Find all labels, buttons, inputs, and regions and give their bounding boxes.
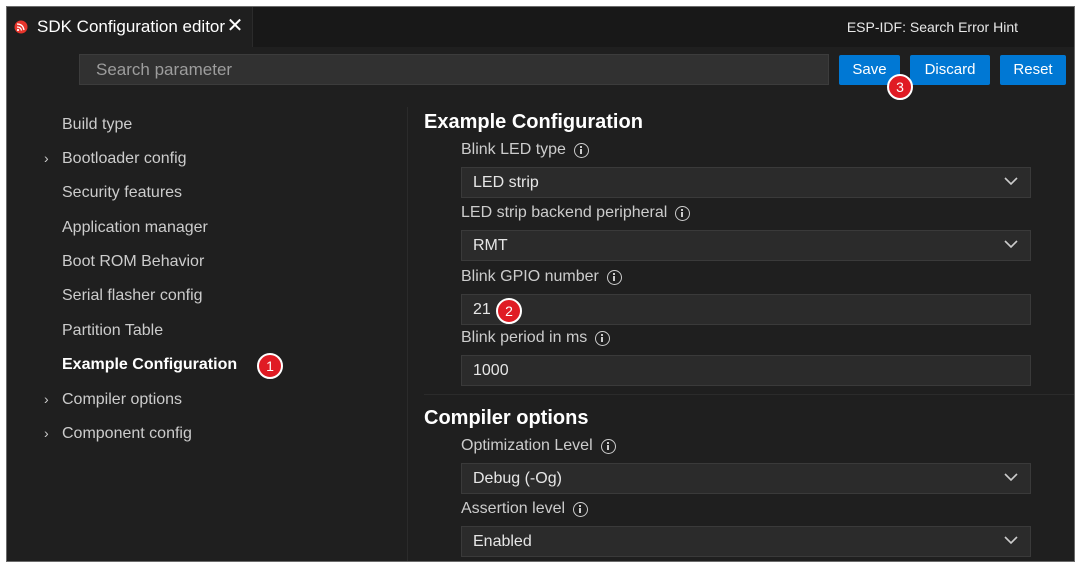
field-label-blink-period: Blink period in ms: [461, 329, 611, 347]
blink-gpio-value: 21: [473, 301, 491, 318]
led-strip-backend-label: LED strip backend peripheral: [461, 204, 668, 221]
tab-bar: SDK Configuration editor ✕ ESP-IDF: Sear…: [7, 7, 1074, 47]
step-badge-3: 3: [887, 74, 913, 100]
chevron-right-icon[interactable]: ›: [44, 425, 49, 441]
field-label-blink-led-type: Blink LED type: [461, 141, 589, 159]
sidebar-item-boot-rom-behavior[interactable]: Boot ROM Behavior: [62, 253, 204, 271]
info-icon[interactable]: [606, 269, 622, 285]
optimization-level-label: Optimization Level: [461, 437, 593, 454]
led-strip-backend-value: RMT: [473, 237, 508, 254]
blink-period-label: Blink period in ms: [461, 329, 588, 346]
info-icon[interactable]: [675, 205, 691, 221]
info-icon[interactable]: [573, 501, 589, 517]
sidebar-item-partition-table[interactable]: Partition Table: [62, 322, 163, 340]
search-error-hint-link[interactable]: ESP-IDF: Search Error Hint: [847, 19, 1018, 35]
optimization-level-value: Debug (-Og): [473, 470, 562, 487]
chevron-down-icon: [1004, 536, 1018, 545]
sidebar-item-build-type[interactable]: Build type: [62, 116, 132, 134]
field-label-blink-gpio: Blink GPIO number: [461, 268, 622, 286]
sidebar-item-compiler-options[interactable]: Compiler options: [62, 391, 182, 409]
blink-period-value: 1000: [473, 362, 509, 379]
chevron-down-icon: [1004, 177, 1018, 186]
assertion-level-value: Enabled: [473, 533, 532, 550]
chevron-right-icon[interactable]: ›: [44, 391, 49, 407]
blink-led-type-label: Blink LED type: [461, 141, 566, 158]
sidebar-item-component-config[interactable]: Component config: [62, 425, 192, 443]
led-strip-backend-select[interactable]: RMT: [461, 230, 1031, 261]
blink-period-input[interactable]: 1000: [461, 355, 1031, 386]
assertion-level-select[interactable]: Enabled: [461, 526, 1031, 557]
blink-gpio-label: Blink GPIO number: [461, 268, 599, 285]
sidebar-item-application-manager[interactable]: Application manager: [62, 219, 208, 237]
info-icon[interactable]: [600, 438, 616, 454]
info-icon[interactable]: [573, 142, 589, 158]
tab-sdk-configuration-editor[interactable]: SDK Configuration editor ✕: [7, 7, 253, 47]
field-label-optimization-level: Optimization Level: [461, 437, 616, 455]
chevron-right-icon[interactable]: ›: [44, 150, 49, 166]
blink-led-type-value: LED strip: [473, 174, 539, 191]
chevron-down-icon: [1004, 473, 1018, 482]
espressif-logo-icon: [14, 20, 28, 34]
field-label-led-strip-backend: LED strip backend peripheral: [461, 204, 691, 222]
chevron-down-icon: [1004, 240, 1018, 249]
step-badge-2: 2: [496, 298, 522, 324]
blink-gpio-input[interactable]: 21: [461, 294, 1031, 325]
optimization-level-select[interactable]: Debug (-Og): [461, 463, 1031, 494]
search-input[interactable]: [79, 54, 829, 85]
blink-led-type-select[interactable]: LED strip: [461, 167, 1031, 198]
tab-title: SDK Configuration editor: [37, 17, 226, 36]
section-title-example-configuration: Example Configuration: [424, 111, 643, 133]
assertion-level-label: Assertion level: [461, 500, 566, 517]
section-title-compiler-options: Compiler options: [424, 407, 589, 429]
sidebar-item-example-configuration[interactable]: Example Configuration: [62, 356, 237, 374]
reset-button[interactable]: Reset: [1000, 55, 1066, 85]
sidebar-item-bootloader-config[interactable]: Bootloader config: [62, 150, 187, 168]
step-badge-1: 1: [257, 353, 283, 379]
sidebar-item-serial-flasher-config[interactable]: Serial flasher config: [62, 287, 203, 305]
sidebar-item-security-features[interactable]: Security features: [62, 184, 182, 202]
close-icon[interactable]: ✕: [225, 16, 245, 36]
sdk-config-editor-window: SDK Configuration editor ✕ ESP-IDF: Sear…: [6, 6, 1075, 562]
discard-button[interactable]: Discard: [910, 55, 990, 85]
field-label-assertion-level: Assertion level: [461, 500, 589, 518]
section-divider: [424, 394, 1074, 395]
info-icon[interactable]: [595, 330, 611, 346]
pane-divider[interactable]: [407, 107, 408, 561]
